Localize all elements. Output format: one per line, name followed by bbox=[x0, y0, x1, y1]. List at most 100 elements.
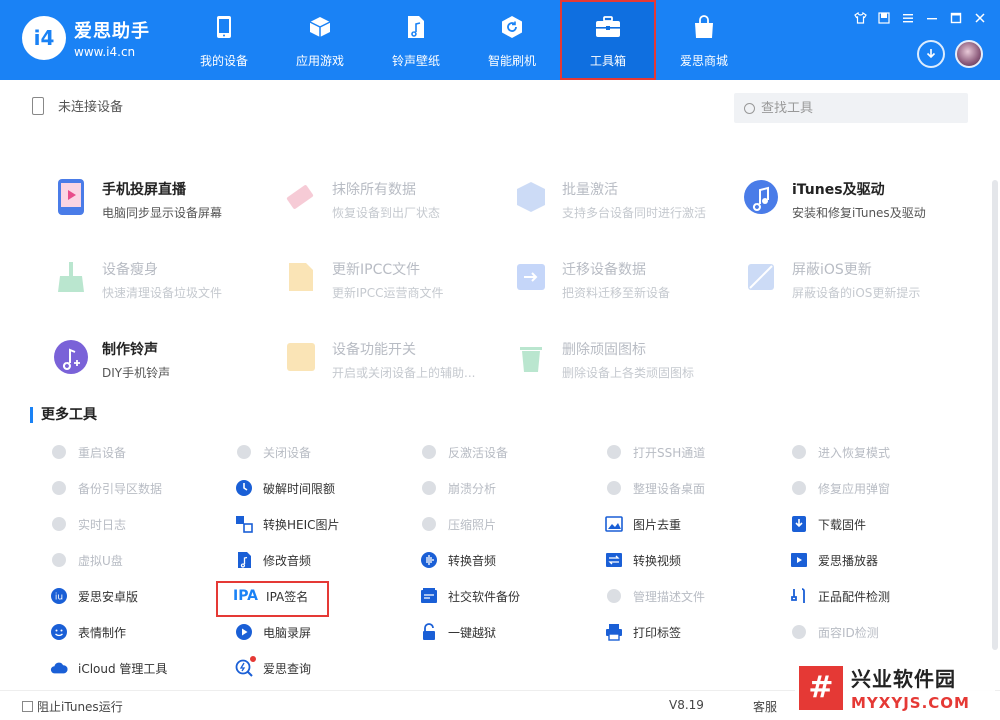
android-app-icon: iu bbox=[50, 587, 68, 605]
tool-card-toggle-sliders[interactable]: 设备功能开关 开启或关闭设备上的辅助... bbox=[282, 338, 502, 386]
more-tool-icloud[interactable]: iCloud 管理工具 bbox=[50, 657, 167, 679]
nav-my-device[interactable]: 我的设备 bbox=[176, 0, 272, 80]
more-tool-android-app[interactable]: iu 爱思安卓版 bbox=[50, 585, 138, 607]
tool-desc: 恢复设备到出厂状态 bbox=[332, 206, 441, 220]
more-tool-video-convert[interactable]: 转换视频 bbox=[605, 549, 681, 571]
deactivate-icon bbox=[420, 443, 438, 461]
nav-apps-games[interactable]: 应用游戏 bbox=[272, 0, 368, 80]
nav-smart-flash[interactable]: 智能刷机 bbox=[464, 0, 560, 80]
customer-service-link[interactable]: 客服 bbox=[753, 698, 777, 715]
device-status-label: 未连接设备 bbox=[58, 100, 124, 115]
more-tool-printer[interactable]: 打印标签 bbox=[605, 621, 681, 643]
more-tool-audio-convert[interactable]: 转换音频 bbox=[420, 549, 496, 571]
screen-mirror-icon bbox=[52, 178, 90, 216]
crash-analysis-icon bbox=[420, 479, 438, 497]
more-tool-profile-manage[interactable]: 管理描述文件 bbox=[605, 585, 705, 607]
more-tool-jailbreak[interactable]: 一键越狱 bbox=[420, 621, 496, 643]
more-tool-label: 打印标签 bbox=[633, 625, 682, 640]
more-tool-label: 进入恢复模式 bbox=[818, 445, 891, 460]
tool-card-block-update[interactable]: 屏蔽iOS更新 屏蔽设备的iOS更新提示 bbox=[742, 258, 962, 306]
tool-card-broom[interactable]: 设备瘦身 快速清理设备垃圾文件 bbox=[52, 258, 272, 306]
image-dedupe-icon bbox=[605, 515, 623, 533]
more-tool-backup-boot[interactable]: 备份引导区数据 bbox=[50, 477, 162, 499]
more-tool-label: 爱思播放器 bbox=[818, 553, 879, 568]
more-tool-heic-convert[interactable]: 转换HEIC图片 bbox=[235, 513, 340, 535]
tool-card-eraser[interactable]: 抹除所有数据 恢复设备到出厂状态 bbox=[282, 178, 502, 226]
music-file-icon bbox=[403, 14, 429, 40]
skin-icon[interactable] bbox=[852, 10, 868, 26]
more-tool-recovery-mode[interactable]: 进入恢复模式 bbox=[790, 441, 890, 463]
more-tool-label: 打开SSH通道 bbox=[633, 445, 706, 460]
app-logo[interactable]: i4 爱思助手 www.i4.cn bbox=[22, 16, 150, 60]
icloud-icon bbox=[50, 659, 68, 677]
feedback-icon[interactable] bbox=[876, 10, 892, 26]
nav-i4-store[interactable]: 爱思商城 bbox=[656, 0, 752, 80]
main-nav: 我的设备 应用游戏 铃声壁纸 智能刷机 工具箱 爱思商城 bbox=[176, 0, 752, 80]
tool-card-ringtone[interactable]: 制作铃声 DIY手机铃声 bbox=[52, 338, 272, 386]
more-tool-usb-drive[interactable]: 虚拟U盘 bbox=[50, 549, 123, 571]
close-icon[interactable] bbox=[972, 10, 988, 26]
ipcc-file-icon bbox=[282, 258, 320, 296]
more-tool-log[interactable]: 实时日志 bbox=[50, 513, 126, 535]
tool-card-trash[interactable]: 删除顽固图标 删除设备上各类顽固图标 bbox=[512, 338, 732, 386]
more-tool-label: 虚拟U盘 bbox=[78, 553, 123, 568]
tool-title: 删除顽固图标 bbox=[562, 342, 646, 358]
more-tool-screen-record[interactable]: 电脑录屏 bbox=[235, 621, 311, 643]
window-controls bbox=[852, 10, 988, 26]
more-tool-clock[interactable]: 破解时间限额 bbox=[235, 477, 335, 499]
search-input[interactable] bbox=[761, 100, 951, 116]
more-tool-audio-edit[interactable]: 修改音频 bbox=[235, 549, 311, 571]
tool-card-screen-mirror[interactable]: 手机投屏直播 电脑同步显示设备屏幕 bbox=[52, 178, 272, 226]
tool-search[interactable] bbox=[734, 93, 968, 123]
clock-icon bbox=[235, 479, 253, 497]
checkbox-icon[interactable] bbox=[22, 701, 33, 712]
more-tool-image-dedupe[interactable]: 图片去重 bbox=[605, 513, 681, 535]
more-tool-restart[interactable]: 重启设备 bbox=[50, 441, 126, 463]
tool-card-itunes[interactable]: iTunes及驱动 安装和修复iTunes及驱动 bbox=[742, 178, 962, 226]
more-tool-power[interactable]: 关闭设备 bbox=[235, 441, 311, 463]
version-label: V8.19 bbox=[669, 698, 704, 712]
more-tool-emoji[interactable]: 表情制作 bbox=[50, 621, 126, 643]
tool-title: 更新IPCC文件 bbox=[332, 262, 421, 278]
more-tool-repair-popup[interactable]: 修复应用弹窗 bbox=[790, 477, 890, 499]
more-tool-crash-analysis[interactable]: 崩溃分析 bbox=[420, 477, 496, 499]
screen-record-icon bbox=[235, 623, 253, 641]
more-tool-ssh[interactable]: 打开SSH通道 bbox=[605, 441, 705, 463]
more-tool-grid[interactable]: 整理设备桌面 bbox=[605, 477, 705, 499]
block-itunes-checkbox[interactable]: 阻止iTunes运行 bbox=[22, 698, 123, 715]
tool-card-ipcc-file[interactable]: 更新IPCC文件 更新IPCC运营商文件 bbox=[282, 258, 502, 306]
more-tool-compress-photo[interactable]: 压缩照片 bbox=[420, 513, 496, 535]
trash-icon bbox=[512, 338, 550, 376]
more-tool-label: 实时日志 bbox=[78, 517, 127, 532]
menu-icon[interactable] bbox=[900, 10, 916, 26]
more-tool-firmware-download[interactable]: 下载固件 bbox=[790, 513, 866, 535]
minimize-icon[interactable] bbox=[924, 10, 940, 26]
nav-ringtones-wallpapers[interactable]: 铃声壁纸 bbox=[368, 0, 464, 80]
maximize-icon[interactable] bbox=[948, 10, 964, 26]
tool-card-migrate[interactable]: 迁移设备数据 把资料迁移至新设备 bbox=[512, 258, 732, 306]
app-url: www.i4.cn bbox=[74, 45, 136, 59]
more-tool-label: 修改音频 bbox=[263, 553, 312, 568]
more-tool-label: 修复应用弹窗 bbox=[818, 481, 891, 496]
more-tool-social-backup[interactable]: 社交软件备份 bbox=[420, 585, 520, 607]
ipa-sign-highlight bbox=[216, 581, 329, 617]
nav-toolbox[interactable]: 工具箱 bbox=[560, 0, 656, 80]
tool-title: 设备功能开关 bbox=[332, 342, 416, 358]
tool-card-batch-activate[interactable]: 批量激活 支持多台设备同时进行激活 bbox=[512, 178, 732, 226]
player-icon bbox=[790, 551, 808, 569]
more-tool-face-id[interactable]: 面容ID检测 bbox=[790, 621, 879, 643]
more-tool-query[interactable]: 爱思查询 bbox=[235, 657, 311, 679]
profile-manage-icon bbox=[605, 587, 623, 605]
more-tool-deactivate[interactable]: 反激活设备 bbox=[420, 441, 508, 463]
more-tool-label: 反激活设备 bbox=[448, 445, 509, 460]
power-icon bbox=[235, 443, 253, 461]
more-tool-player[interactable]: 爱思播放器 bbox=[790, 549, 878, 571]
download-icon[interactable] bbox=[917, 40, 945, 68]
more-tool-accessory-check[interactable]: 正品配件检测 bbox=[790, 585, 890, 607]
migrate-icon bbox=[512, 258, 550, 296]
more-tool-label: iCloud 管理工具 bbox=[78, 661, 168, 676]
user-avatar[interactable] bbox=[955, 40, 983, 68]
vertical-scrollbar[interactable] bbox=[992, 180, 998, 650]
more-tool-label: 压缩照片 bbox=[448, 517, 497, 532]
shopping-bag-icon bbox=[691, 14, 717, 40]
